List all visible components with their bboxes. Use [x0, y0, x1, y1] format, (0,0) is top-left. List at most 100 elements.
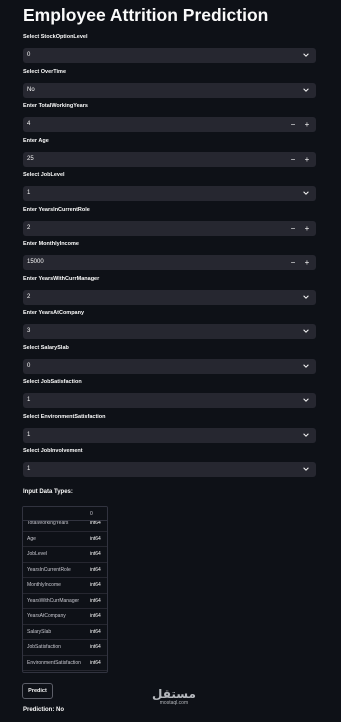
field-value: 4: [27, 121, 31, 127]
plus-icon[interactable]: +: [301, 221, 313, 236]
minus-icon[interactable]: −: [287, 255, 299, 270]
select-box[interactable]: No: [23, 82, 316, 98]
table-row: JobLevel int64: [23, 547, 107, 563]
table-row: JobInvolvementint64: [23, 671, 107, 672]
table-row: YearsInCurrentRole int64: [23, 563, 107, 578]
table-row: JobSatisfaction int64: [23, 640, 107, 656]
field-group: Select StockOptionLevel 0: [23, 33, 316, 63]
table-header: 0: [23, 507, 107, 521]
field-group: Enter YearsInCurrentRole 2 − +: [23, 206, 316, 236]
field-value: 2: [27, 224, 31, 231]
prediction-result: Prediction: No: [23, 707, 65, 713]
row-name: SalarySlab: [27, 628, 52, 635]
chevron-down-icon[interactable]: [302, 396, 310, 404]
watermark-arabic: مستقل: [152, 687, 196, 701]
page-title: Employee Attrition Prediction: [23, 5, 269, 25]
field-group: Select OverTime No: [23, 68, 316, 98]
row-type: int64: [90, 659, 101, 666]
column-header: 0: [90, 511, 93, 517]
field-group: Select JobLevel 1: [23, 171, 316, 201]
field-group: Enter TotalWorkingYears 4 − +: [23, 102, 316, 132]
field-value: 1: [27, 397, 31, 403]
chevron-down-icon[interactable]: [302, 327, 310, 335]
row-name: EnvironmentSatisfaction: [27, 659, 81, 666]
dtypes-heading: Input Data Types:: [23, 489, 73, 495]
field-label: Enter MonthlyIncome: [23, 241, 79, 247]
table-body: TotalWorkingYears int64 Age int64 JobLevel in…: [23, 516, 107, 672]
row-type: int64: [90, 613, 101, 619]
row-name: YearsAtCompany: [27, 613, 66, 619]
row-name: MonthlyIncome: [27, 582, 61, 588]
table-row: EnvironmentSatisfaction int64: [23, 656, 107, 671]
row-type: int64: [90, 551, 101, 557]
field-group: Select SalarySlab 0: [23, 344, 316, 374]
field-label: Select JobLevel: [23, 172, 65, 178]
field-label: Enter YearsInCurrentRole: [23, 206, 90, 213]
chevron-down-icon[interactable]: [302, 189, 310, 197]
row-name: YearsWithCurrManager: [27, 597, 80, 604]
field-group: Select JobInvolvement 1: [23, 447, 316, 477]
field-group: Select EnvironmentSatisfaction 1: [23, 413, 316, 443]
field-label: Select StockOptionLevel: [23, 34, 88, 40]
plus-icon[interactable]: +: [301, 255, 313, 270]
chevron-down-icon[interactable]: [302, 465, 310, 473]
number-input[interactable]: 2 − +: [23, 220, 316, 236]
select-box[interactable]: 1: [23, 186, 316, 201]
field-value: 1: [27, 431, 31, 438]
field-group: Enter MonthlyIncome 15000 − +: [23, 240, 316, 270]
field-value: 0: [27, 52, 31, 58]
predict-button[interactable]: Predict: [22, 683, 53, 699]
table-row: Age int64: [23, 532, 107, 547]
field-label: Enter YearsWithCurrManager: [23, 275, 100, 282]
field-label: Enter Age: [23, 137, 49, 144]
row-type: int64: [90, 535, 101, 542]
field-group: Enter Age 25 − +: [23, 137, 316, 167]
field-label: Enter TotalWorkingYears: [23, 103, 88, 109]
table-row: YearsWithCurrManager int64: [23, 594, 107, 609]
row-name: Age: [27, 535, 36, 542]
row-name: JobInvolvement: [27, 671, 87, 672]
chevron-down-icon[interactable]: [302, 431, 310, 439]
minus-icon[interactable]: −: [287, 221, 299, 236]
field-group: Enter YearsWithCurrManager 2: [23, 275, 316, 305]
field-label: Select JobInvolvement: [23, 448, 83, 454]
minus-icon[interactable]: −: [287, 117, 299, 132]
number-input[interactable]: 4 − +: [23, 117, 316, 132]
dtypes-table[interactable]: 0 TotalWorkingYears int64 Age int64 JobLevel…: [22, 506, 108, 673]
select-box[interactable]: 0: [23, 358, 316, 374]
chevron-down-icon[interactable]: [302, 362, 310, 370]
field-value: 2: [27, 293, 31, 300]
row-type: int64: [90, 671, 101, 672]
select-box[interactable]: 2: [23, 289, 316, 305]
row-name: JobSatisfaction: [27, 644, 61, 650]
select-box[interactable]: 1: [23, 427, 316, 443]
number-input[interactable]: 25 − +: [23, 151, 316, 167]
number-input[interactable]: 15000 − +: [23, 255, 316, 270]
chevron-down-icon[interactable]: [302, 51, 310, 59]
select-box[interactable]: 3: [23, 324, 316, 339]
field-value: 3: [27, 328, 31, 334]
field-label: Select SalarySlab: [23, 344, 69, 351]
field-group: Enter YearsAtCompany 3: [23, 309, 316, 339]
select-box[interactable]: 0: [23, 48, 316, 63]
plus-icon[interactable]: +: [301, 152, 313, 167]
row-type: int64: [90, 597, 101, 604]
row-name: YearsInCurrentRole: [27, 566, 71, 573]
plus-icon[interactable]: +: [301, 117, 313, 132]
field-value: No: [27, 86, 35, 93]
field-label: Select JobSatisfaction: [23, 379, 82, 385]
field-label: Select EnvironmentSatisfaction: [23, 413, 106, 420]
row-type: int64: [90, 566, 101, 573]
table-row: YearsAtCompany int64: [23, 609, 107, 625]
field-value: 1: [27, 190, 31, 196]
minus-icon[interactable]: −: [287, 152, 299, 167]
row-type: int64: [90, 582, 101, 588]
select-box[interactable]: 1: [23, 393, 316, 408]
select-box[interactable]: 1: [23, 462, 316, 477]
table-row: MonthlyIncome int64: [23, 578, 107, 594]
field-label: Enter YearsAtCompany: [23, 310, 85, 316]
row-type: int64: [90, 628, 101, 635]
chevron-down-icon[interactable]: [302, 86, 310, 94]
chevron-down-icon[interactable]: [302, 293, 310, 301]
field-value: 15000: [27, 259, 44, 265]
